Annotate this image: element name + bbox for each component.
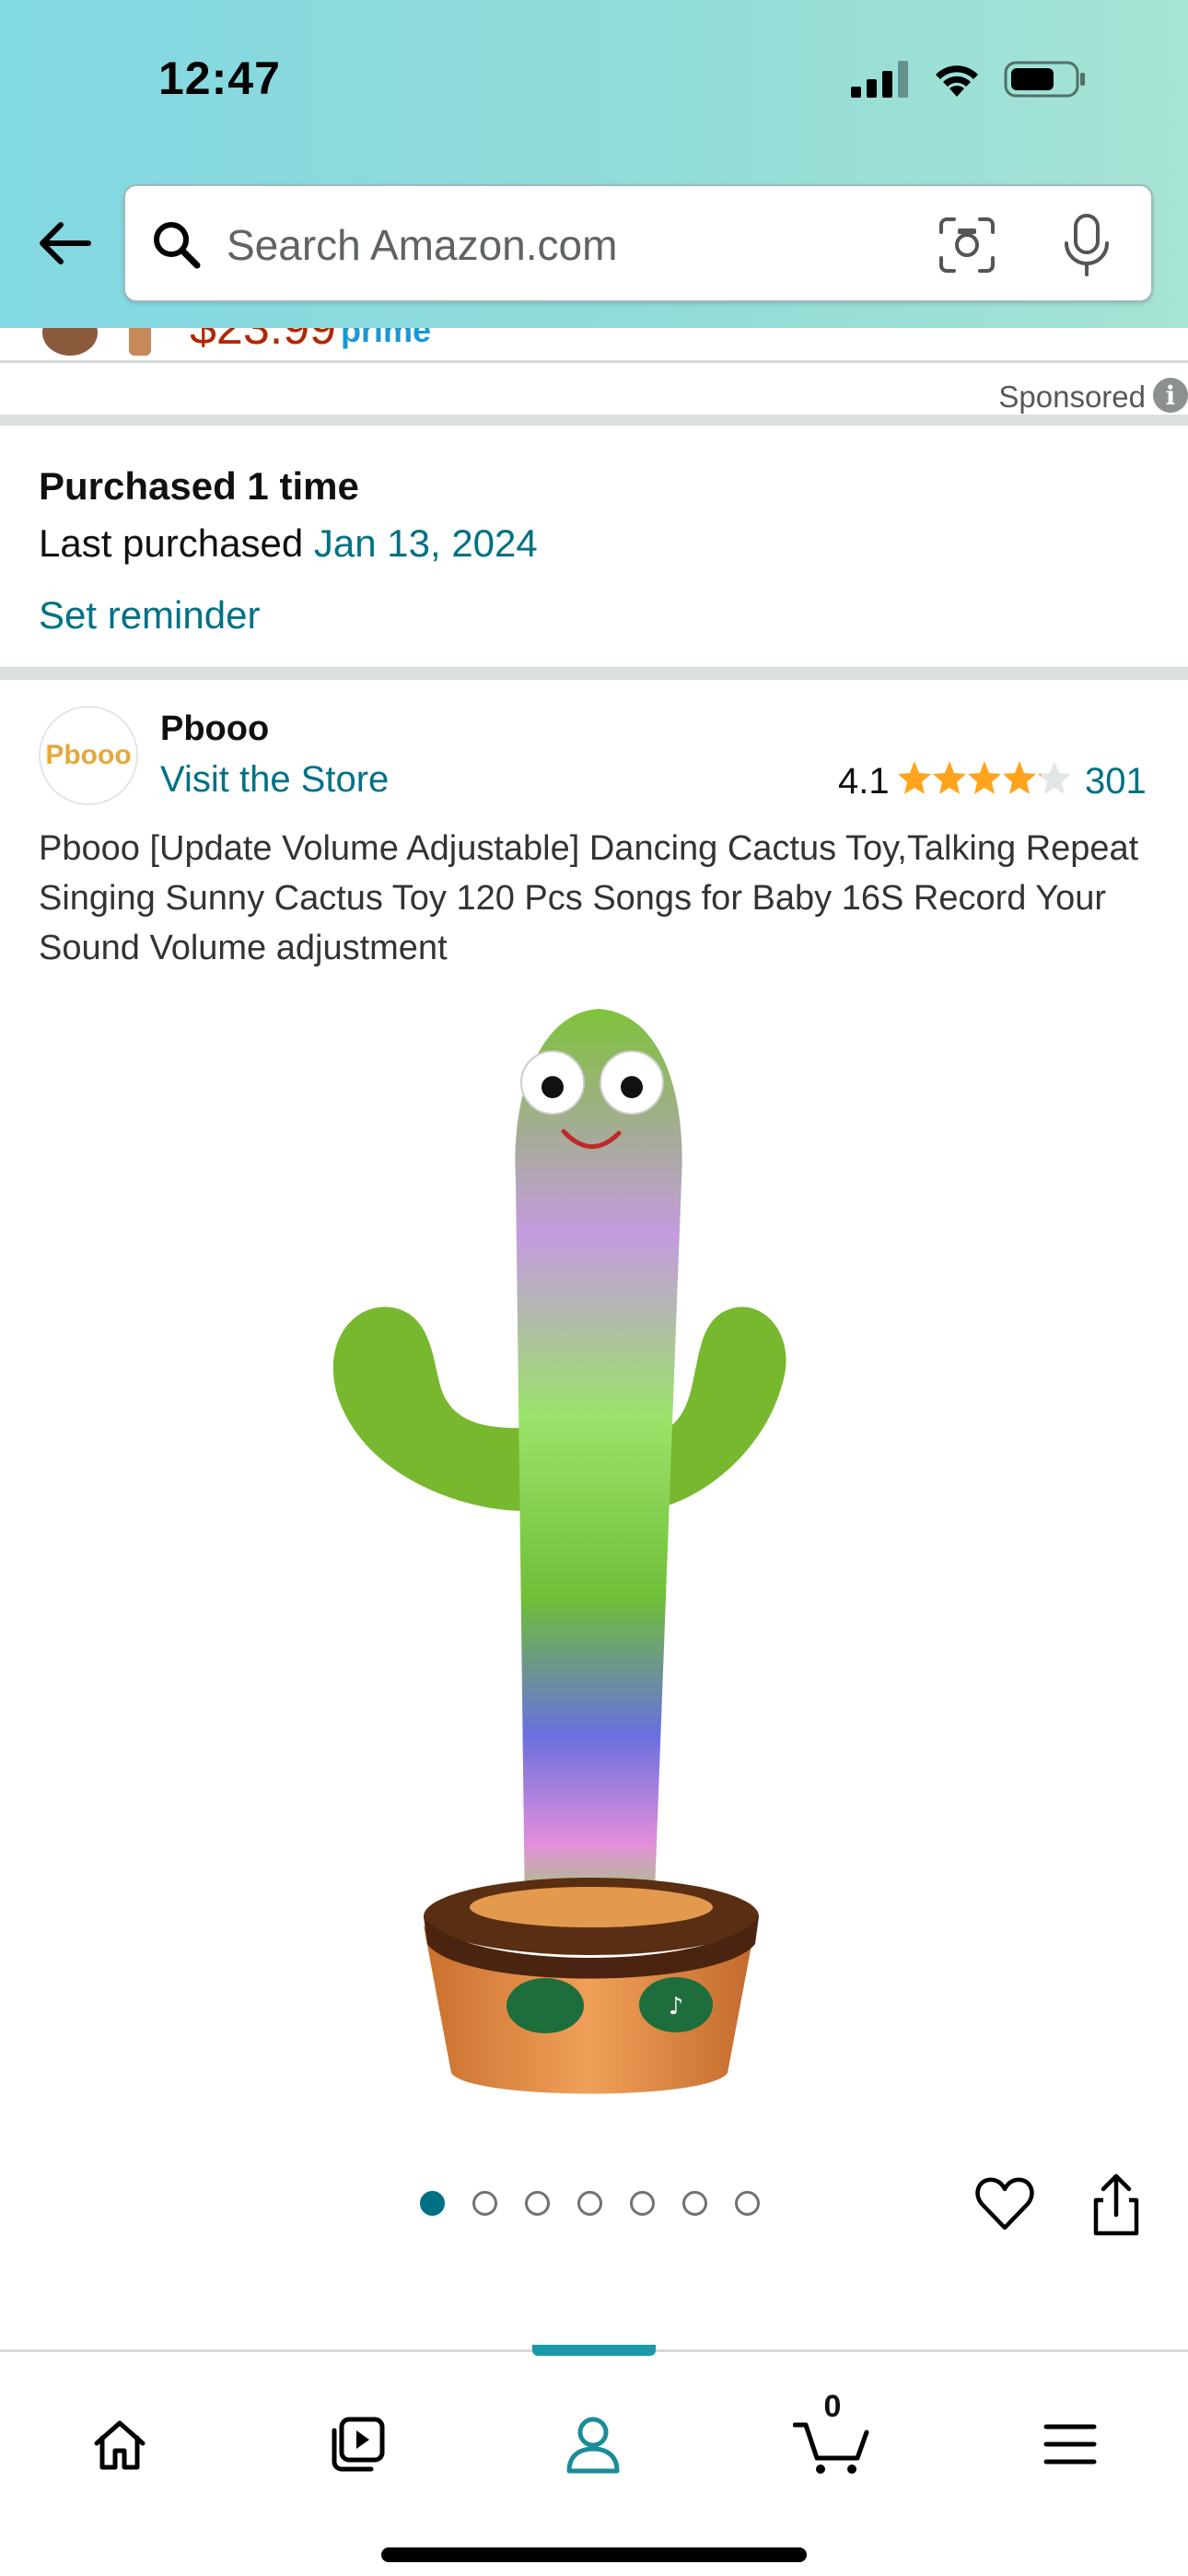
sponsored-label: Sponsored bbox=[998, 380, 1146, 414]
carousel-dot[interactable] bbox=[577, 2191, 602, 2216]
svg-text:♪: ♪ bbox=[669, 1993, 684, 2020]
cactus-left-arm bbox=[332, 1306, 525, 1511]
sponsored-row: Sponsored i bbox=[0, 369, 1188, 426]
active-tab-indicator bbox=[532, 2345, 656, 2356]
camera-scan-icon[interactable] bbox=[936, 214, 998, 276]
nav-account[interactable] bbox=[549, 2400, 637, 2488]
status-icons bbox=[851, 57, 1087, 101]
carousel-dot[interactable] bbox=[525, 2191, 550, 2216]
set-reminder-link[interactable]: Set reminder bbox=[39, 593, 260, 638]
nav-video[interactable] bbox=[313, 2400, 402, 2488]
account-icon bbox=[566, 2417, 620, 2474]
image-carousel-dots[interactable] bbox=[420, 2191, 760, 2216]
carousel-dot[interactable] bbox=[735, 2191, 760, 2216]
last-purchased-label: Last purchased bbox=[39, 521, 314, 565]
nav-home[interactable] bbox=[76, 2400, 164, 2488]
search-bar[interactable] bbox=[123, 184, 1153, 302]
home-icon bbox=[94, 2420, 146, 2470]
carousel-dot[interactable] bbox=[472, 2191, 497, 2216]
star-icon bbox=[898, 761, 931, 794]
cart-count: 0 bbox=[823, 2389, 842, 2424]
store-logo-text: Pbooo bbox=[45, 740, 132, 770]
carousel-dot[interactable] bbox=[420, 2191, 445, 2216]
share-icon[interactable] bbox=[1089, 2172, 1144, 2237]
previous-item-thumbnail-2 bbox=[129, 328, 151, 356]
home-indicator bbox=[381, 2547, 807, 2562]
heart-icon[interactable] bbox=[974, 2174, 1035, 2235]
previous-item-prime-badge: prime bbox=[341, 328, 432, 349]
menu-icon bbox=[1043, 2424, 1097, 2465]
purchased-times: Purchased 1 time bbox=[39, 464, 359, 508]
battery-icon bbox=[1004, 61, 1085, 98]
rating-stars[interactable] bbox=[897, 757, 1072, 798]
store-row: Pbooo Pbooo Visit the Store 4.1 301 bbox=[0, 693, 1188, 813]
carousel-dot[interactable] bbox=[682, 2191, 707, 2216]
last-purchased-date[interactable]: Jan 13, 2024 bbox=[314, 521, 538, 565]
search-icon bbox=[154, 222, 201, 269]
status-time: 12:47 bbox=[158, 53, 281, 104]
visit-store-link[interactable]: Visit the Store bbox=[160, 759, 389, 801]
back-arrow-icon bbox=[40, 222, 91, 264]
star-icon bbox=[968, 761, 1001, 794]
rating-count-link[interactable]: 301 bbox=[1085, 761, 1147, 802]
previous-item-price: $23.99 bbox=[190, 328, 337, 355]
product-image[interactable]: ♪ bbox=[295, 995, 884, 2101]
nav-cart[interactable]: 0 bbox=[788, 2389, 877, 2488]
previous-item-row[interactable]: $23.99 prime bbox=[0, 328, 1188, 363]
back-button[interactable] bbox=[33, 212, 96, 275]
info-icon[interactable]: i bbox=[1153, 378, 1188, 413]
last-purchased: Last purchased Jan 13, 2024 bbox=[39, 521, 538, 566]
star-icon bbox=[1003, 761, 1036, 794]
rating-value: 4.1 bbox=[838, 761, 890, 802]
microphone-icon[interactable] bbox=[1059, 212, 1114, 278]
previous-item-thumbnail bbox=[42, 328, 98, 356]
cellular-signal-icon bbox=[851, 61, 908, 98]
product-title[interactable]: Pbooo [Update Volume Adjustable] Dancing… bbox=[39, 824, 1153, 973]
search-input[interactable] bbox=[227, 214, 926, 276]
star-icon bbox=[933, 761, 966, 794]
carousel-dot[interactable] bbox=[630, 2191, 655, 2216]
bottom-navigation: 0 bbox=[0, 2345, 1188, 2576]
wifi-icon bbox=[936, 65, 978, 97]
purchase-history: Purchased 1 time Last purchased Jan 13, … bbox=[0, 437, 1188, 680]
store-logo[interactable]: Pbooo bbox=[39, 706, 138, 805]
store-name: Pbooo bbox=[160, 709, 270, 748]
header: 12:47 bbox=[0, 0, 1188, 328]
nav-menu[interactable] bbox=[1026, 2400, 1114, 2488]
star-icon bbox=[1038, 761, 1071, 794]
video-icon bbox=[332, 2417, 385, 2472]
